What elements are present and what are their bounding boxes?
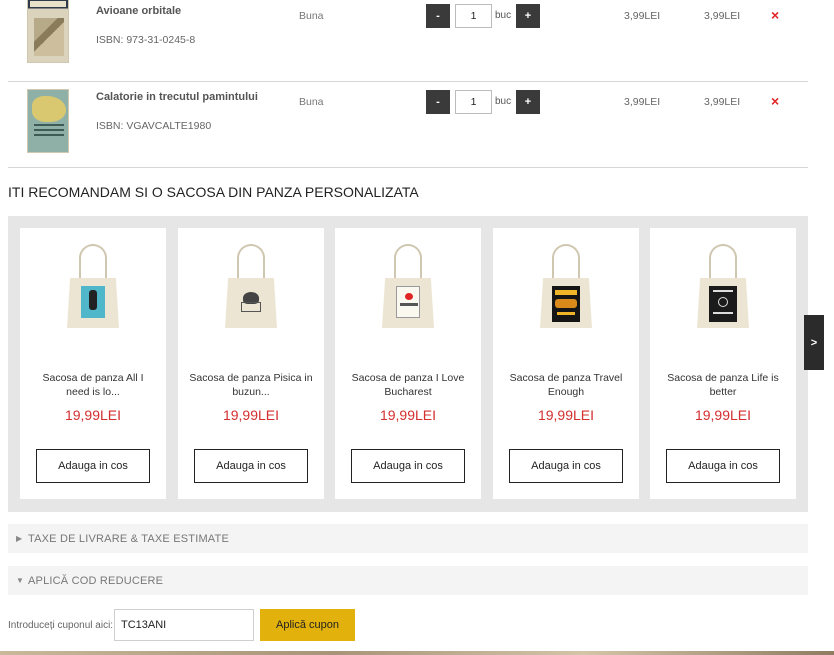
product-card: Sacosa de panza Life is better 19,99LEI … xyxy=(650,228,796,499)
add-to-cart-button[interactable]: Adauga in cos xyxy=(351,449,465,483)
book-condition: Buna xyxy=(299,10,324,22)
add-to-cart-button[interactable]: Adauga in cos xyxy=(36,449,150,483)
recommend-carousel: Sacosa de panza All I need is lo... 19,9… xyxy=(8,216,808,512)
add-to-cart-button[interactable]: Adauga in cos xyxy=(194,449,308,483)
add-to-cart-button[interactable]: Adauga in cos xyxy=(509,449,623,483)
product-price: 19,99LEI xyxy=(64,407,122,423)
product-name[interactable]: Sacosa de panza Travel Enough xyxy=(503,371,629,399)
qty-input[interactable]: 1 xyxy=(455,4,492,28)
book-cover-image[interactable] xyxy=(27,0,69,63)
footer-image-strip xyxy=(0,651,834,655)
product-card: Sacosa de panza All I need is lo... 19,9… xyxy=(20,228,166,499)
product-name[interactable]: Sacosa de panza Life is better xyxy=(660,371,786,399)
remove-item-icon[interactable]: × xyxy=(771,7,779,23)
line-total: 3,99LEI xyxy=(704,10,741,22)
product-price: 19,99LEI xyxy=(694,407,752,423)
product-name[interactable]: Sacosa de panza I Love Bucharest xyxy=(345,371,471,399)
carousel-next-button[interactable]: > xyxy=(804,315,824,370)
book-isbn: ISBN: VGAVCALTE1980 xyxy=(96,120,212,132)
cart-item-row: Avioane orbitale ISBN: 973-31-0245-8 Bun… xyxy=(8,0,808,82)
unit-price: 3,99LEI xyxy=(624,10,661,22)
apply-coupon-button[interactable]: Aplică cupon xyxy=(260,609,355,641)
recommend-heading: ITI RECOMANDAM SI O SACOSA DIN PANZA PER… xyxy=(8,184,419,200)
tote-bag-image[interactable] xyxy=(65,244,121,334)
qty-minus-button[interactable]: - xyxy=(426,90,450,114)
discount-code-label: APLICĂ COD REDUCERE xyxy=(28,574,164,587)
tote-bag-image[interactable] xyxy=(538,244,594,334)
tote-bag-image[interactable] xyxy=(223,244,279,334)
product-price: 19,99LEI xyxy=(537,407,595,423)
product-name[interactable]: Sacosa de panza All I need is lo... xyxy=(30,371,156,399)
tote-bag-image[interactable] xyxy=(695,244,751,334)
shipping-estimate-label: TAXE DE LIVRARE & TAXE ESTIMATE xyxy=(28,532,229,545)
unit-price: 3,99LEI xyxy=(624,96,661,108)
caret-right-icon: ▶ xyxy=(16,534,23,543)
product-price: 19,99LEI xyxy=(379,407,437,423)
qty-plus-button[interactable]: + xyxy=(516,4,540,28)
qty-minus-button[interactable]: - xyxy=(426,4,450,28)
qty-plus-button[interactable]: + xyxy=(516,90,540,114)
qty-unit-label: buc xyxy=(495,96,512,107)
book-isbn: ISBN: 973-31-0245-8 xyxy=(96,34,196,46)
line-total: 3,99LEI xyxy=(704,96,741,108)
book-title[interactable]: Avioane orbitale xyxy=(96,5,181,17)
coupon-input[interactable] xyxy=(114,609,254,641)
book-title[interactable]: Calatorie in trecutul pamintului xyxy=(96,91,258,103)
discount-code-toggle[interactable]: ▼ APLICĂ COD REDUCERE xyxy=(8,566,808,595)
qty-input[interactable]: 1 xyxy=(455,90,492,114)
coupon-label: Introduceți cuponul aici: xyxy=(8,620,114,631)
product-name[interactable]: Sacosa de panza Pisica in buzun... xyxy=(188,371,314,399)
product-card: Sacosa de panza Pisica in buzun... 19,99… xyxy=(178,228,324,499)
book-cover-image[interactable] xyxy=(27,89,69,153)
book-condition: Buna xyxy=(299,96,324,108)
tote-bag-image[interactable] xyxy=(380,244,436,334)
qty-unit-label: buc xyxy=(495,10,512,21)
remove-item-icon[interactable]: × xyxy=(771,93,779,109)
product-price: 19,99LEI xyxy=(222,407,280,423)
add-to-cart-button[interactable]: Adauga in cos xyxy=(666,449,780,483)
product-card: Sacosa de panza Travel Enough 19,99LEI A… xyxy=(493,228,639,499)
cart-item-row: Calatorie in trecutul pamintului ISBN: V… xyxy=(8,82,808,168)
caret-down-icon: ▼ xyxy=(16,576,24,585)
shipping-estimate-toggle[interactable]: ▶ TAXE DE LIVRARE & TAXE ESTIMATE xyxy=(8,524,808,553)
product-card: Sacosa de panza I Love Bucharest 19,99LE… xyxy=(335,228,481,499)
